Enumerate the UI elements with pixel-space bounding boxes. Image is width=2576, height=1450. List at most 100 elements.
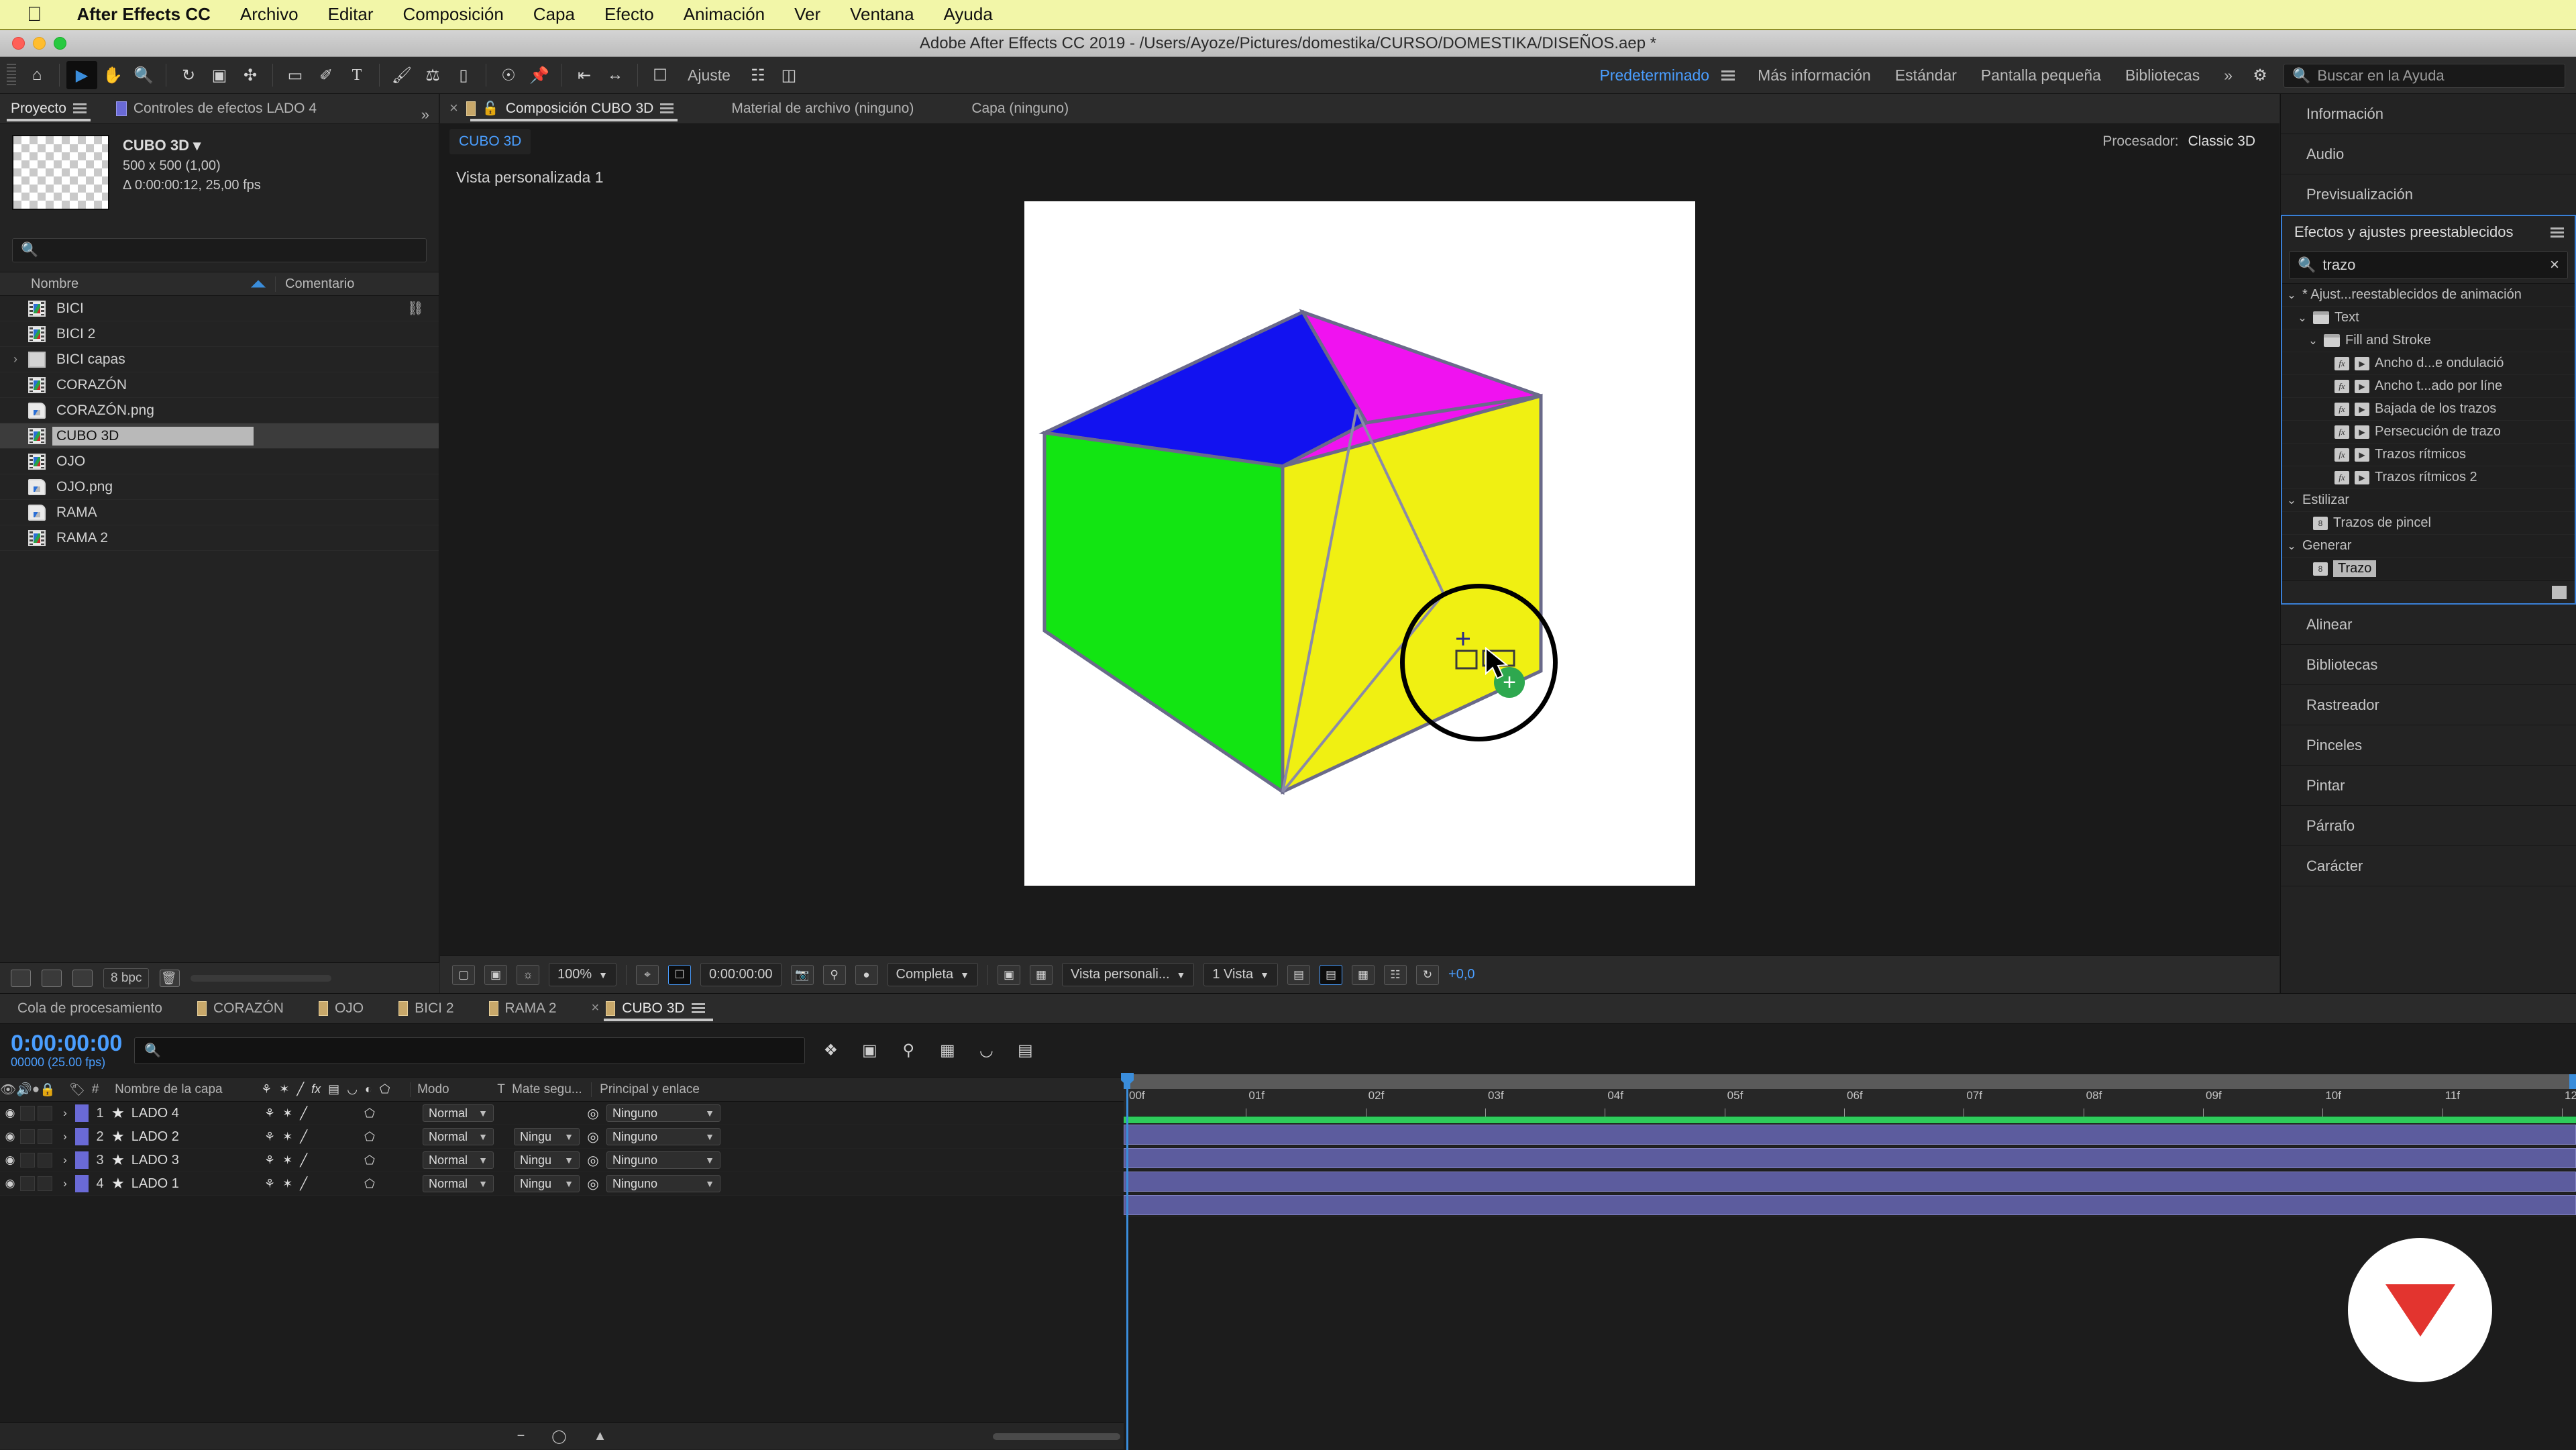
3d-glasses-icon[interactable]: ☼	[517, 965, 539, 985]
disclosure-triangle-icon[interactable]: ⌄	[2286, 289, 2297, 302]
panel-overflow-icon[interactable]: »	[421, 106, 429, 123]
layer-switches[interactable]: ⚘✶╱⬠	[259, 1153, 413, 1168]
3d-layer-toggle-icon[interactable]: ⬠	[364, 1153, 375, 1168]
parent-link-select[interactable]: Ninguno▼	[606, 1128, 720, 1145]
brush-tool-icon[interactable]: 🖌	[386, 61, 417, 89]
parent-link-select[interactable]: Ninguno▼	[606, 1104, 720, 1122]
timeline-current-time[interactable]: 0:00:00:00 00000 (25.00 fps)	[11, 1032, 122, 1069]
timeline-icon[interactable]: ▦	[1352, 965, 1375, 985]
effects-tree-node[interactable]: 8Trazo	[2282, 558, 2575, 580]
clone-stamp-tool-icon[interactable]: ⚖	[417, 61, 448, 89]
show-snapshot-icon[interactable]: ⚲	[823, 965, 846, 985]
playhead[interactable]	[1126, 1074, 1128, 1450]
layer-duration-bar-row[interactable]	[1124, 1147, 2576, 1170]
timeline-ruler[interactable]: 00f01f02f03f04f05f06f07f08f09f10f11f12f	[1124, 1089, 2576, 1117]
layer-solo-toggle[interactable]	[38, 1106, 52, 1121]
sidebar-panel-p-rrafo[interactable]: Párrafo	[2281, 806, 2576, 846]
sidebar-panel-audio[interactable]: Audio	[2281, 134, 2576, 174]
sidebar-panel-car-cter[interactable]: Carácter	[2281, 846, 2576, 886]
layer-audio-toggle[interactable]	[20, 1176, 35, 1191]
project-list-item[interactable]: CORAZÓN	[0, 372, 439, 398]
always-preview-icon[interactable]: ▢	[452, 965, 475, 985]
roto-brush-tool-icon[interactable]: ☉	[493, 61, 524, 89]
panel-menu-icon[interactable]	[692, 1003, 705, 1013]
shy-toggle-icon[interactable]: ⚘	[264, 1177, 275, 1191]
layer-name-cell[interactable]: ★LADO 2	[111, 1128, 259, 1145]
timeline-layer-row[interactable]: ◉›2★LADO 2⚘✶╱⬠Normal▼Ningu▼◎Ninguno▼	[0, 1125, 1124, 1149]
sidebar-panel-informaci-n[interactable]: Información	[2281, 94, 2576, 134]
collapse-transform-icon[interactable]: ✶	[282, 1130, 292, 1144]
tab-material-de-archivo[interactable]: Material de archivo (ninguno)	[684, 93, 924, 123]
timeline-horizontal-scrollbar[interactable]	[993, 1433, 1120, 1440]
layer-label-color[interactable]	[75, 1128, 89, 1145]
pixel-aspect-icon[interactable]: ▤	[1287, 965, 1310, 985]
zoom-out-icon[interactable]: −	[517, 1429, 525, 1444]
layer-blend-mode-select[interactable]: Normal▼	[423, 1104, 494, 1122]
quality-toggle-icon[interactable]: ╱	[300, 1153, 307, 1168]
reset-exposure-icon[interactable]: ↻	[1416, 965, 1439, 985]
workspace-pantalla-pequena[interactable]: Pantalla pequeña	[1969, 66, 2113, 85]
tab-controles-de-efectos[interactable]: Controles de efectos LADO 4	[97, 93, 327, 123]
title-action-safe-icon[interactable]: ▣	[484, 965, 507, 985]
new-composition-icon[interactable]	[72, 970, 93, 987]
exposure-value[interactable]: +0,0	[1448, 967, 1474, 982]
collapse-transform-icon[interactable]: ✶	[282, 1153, 292, 1168]
lock-icon[interactable]: 🔓	[482, 100, 499, 117]
effects-tree-node[interactable]: fx▶Persecución de trazo	[2282, 421, 2575, 444]
effects-tree-node[interactable]: 8Trazos de pincel	[2282, 512, 2575, 535]
project-list-item[interactable]: RAMA	[0, 500, 439, 525]
effects-tree-node[interactable]: fx▶Ancho t...ado por líne	[2282, 375, 2575, 398]
comp-flowchart-icon[interactable]: ☷	[1384, 965, 1407, 985]
window-controls[interactable]	[12, 37, 66, 50]
puppet-pin-tool-icon[interactable]: 📌	[524, 61, 555, 89]
layer-name-cell[interactable]: ★LADO 4	[111, 1104, 259, 1122]
layer-switches[interactable]: ⚘✶╱⬠	[259, 1130, 413, 1144]
layer-duration-bar[interactable]	[1124, 1195, 2576, 1215]
parent-pick-whip-icon[interactable]: ◎	[580, 1152, 606, 1169]
effects-tree-node[interactable]: ⌄Text	[2282, 307, 2575, 329]
effects-tree-node[interactable]: fx▶Bajada de los trazos	[2282, 398, 2575, 421]
sidebar-panel-previsualizaci-n[interactable]: Previsualización	[2281, 174, 2576, 215]
layer-duration-bar[interactable]	[1124, 1172, 2576, 1192]
close-tab-icon[interactable]: ×	[592, 1000, 600, 1016]
3d-layer-toggle-icon[interactable]: ⬠	[364, 1106, 375, 1121]
column-comentario[interactable]: Comentario	[275, 276, 354, 292]
snap-label[interactable]: Ajuste	[676, 66, 743, 85]
sidebar-panel-alinear[interactable]: Alinear	[2281, 605, 2576, 645]
panel-menu-icon[interactable]	[73, 103, 87, 113]
project-horizontal-scrollbar[interactable]	[191, 975, 331, 982]
frame-blending-icon[interactable]: ▦	[934, 1041, 961, 1060]
disclosure-triangle-icon[interactable]: ⌄	[2297, 311, 2308, 325]
effects-tree-node[interactable]: fx▶Ancho d...e ondulació	[2282, 352, 2575, 375]
eraser-tool-icon[interactable]: ▯	[448, 61, 479, 89]
timeline-layer-row[interactable]: ◉›4★LADO 1⚘✶╱⬠Normal▼Ningu▼◎Ninguno▼	[0, 1172, 1124, 1196]
bit-depth-label[interactable]: 8 bpc	[103, 968, 149, 988]
new-animation-preset-icon[interactable]	[2552, 586, 2567, 599]
timeline-tab[interactable]: RAMA 2	[472, 993, 574, 1023]
timeline-layer-row[interactable]: ◉›3★LADO 3⚘✶╱⬠Normal▼Ningu▼◎Ninguno▼	[0, 1149, 1124, 1172]
shape-tool-icon[interactable]: ▭	[280, 61, 311, 89]
tab-capa[interactable]: Capa (ninguno)	[924, 93, 1079, 123]
minimize-icon[interactable]	[33, 37, 46, 50]
column-nombre[interactable]: Nombre	[0, 276, 275, 292]
project-list-item[interactable]: OJO	[0, 449, 439, 474]
help-search-input[interactable]: 🔍 Buscar en la Ayuda	[2284, 64, 2565, 88]
effects-tree-node[interactable]: ⌄Fill and Stroke	[2282, 329, 2575, 352]
track-matte-select[interactable]: Ningu▼	[514, 1128, 580, 1145]
timeline-tab[interactable]: ×CUBO 3D	[574, 993, 722, 1023]
views-count-select[interactable]: 1 Vista ▼	[1203, 963, 1278, 986]
track-matte-select[interactable]: Ningu▼	[514, 1151, 580, 1169]
text-tool-icon[interactable]: T	[341, 61, 372, 89]
layer-solo-toggle[interactable]	[38, 1153, 52, 1168]
work-area-end-handle[interactable]	[2569, 1074, 2576, 1089]
zoom-slider[interactable]: ◯	[551, 1428, 566, 1445]
zoom-level-select[interactable]: 100% ▼	[549, 963, 616, 986]
timeline-track-area[interactable]: 00f01f02f03f04f05f06f07f08f09f10f11f12f	[1124, 1074, 2576, 1450]
layer-switches[interactable]: ⚘✶╱⬠	[259, 1106, 413, 1121]
layer-solo-toggle[interactable]	[38, 1176, 52, 1191]
align-center-icon[interactable]: ↔	[600, 61, 631, 89]
menu-item-archivo[interactable]: Archivo	[225, 4, 313, 25]
toolbar-grip[interactable]	[7, 64, 16, 87]
composition-viewer[interactable]: +	[440, 195, 2279, 926]
layer-duration-bar[interactable]	[1124, 1125, 2576, 1145]
